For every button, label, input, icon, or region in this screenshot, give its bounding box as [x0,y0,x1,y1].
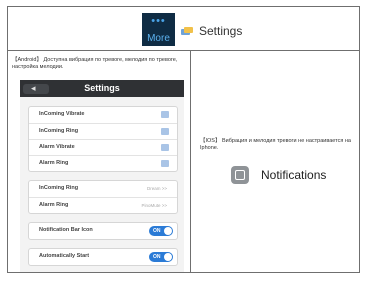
phone-title: Settings [84,83,120,93]
settings-title: Settings [199,24,243,38]
android-phone-screen: ◂ Settings InComing Vibrate InComing Rin… [20,80,184,272]
more-dots-icon: ••• [151,15,166,27]
ios-note: 【IOS】 Вибрация и мелодия тревоги не наст… [200,138,351,151]
setting-row[interactable]: Automatically Start ON [29,249,177,265]
setting-label: Automatically Start [39,253,90,259]
setting-row[interactable]: InComing Vibrate [29,107,177,123]
android-note: 【Android】 Доступна вибрация по тревоге, … [12,57,178,70]
settings-group-notification: Notification Bar Icon ON [28,222,178,240]
setting-value: PinoMute >> [141,203,167,208]
setting-label: Notification Bar Icon [39,227,93,233]
more-button[interactable]: ••• More [142,13,175,46]
setting-row[interactable]: Alarm Ring PinoMute >> [29,197,177,213]
horizontal-divider [7,50,360,51]
setting-label: InComing Ring [39,128,79,134]
setting-row[interactable]: Alarm Ring [29,155,177,171]
setting-label: InComing Vibrate [39,111,85,117]
notifications-label[interactable]: Notifications [261,168,326,182]
setting-row[interactable]: Notification Bar Icon ON [29,223,177,239]
setting-label: Alarm Ring [39,202,69,208]
setting-label: InComing Ring [39,185,79,191]
settings-icon [181,27,193,35]
setting-value: Dream >> [146,186,167,191]
settings-group-toggles: InComing Vibrate InComing Ring Alarm Vib… [28,106,178,172]
toggle-switch[interactable]: ON [149,226,173,236]
toggle-switch[interactable]: ON [149,252,173,262]
phone-nav-bar: ◂ Settings [20,80,184,97]
checkbox-icon[interactable] [161,111,169,118]
setting-row[interactable]: InComing Ring Dream >> [29,181,177,197]
setting-label: Alarm Vibrate [39,144,75,150]
more-label: More [147,33,170,44]
setting-row[interactable]: Alarm Vibrate [29,139,177,155]
checkbox-icon[interactable] [161,128,169,135]
settings-group-autostart: Automatically Start ON [28,248,178,266]
vertical-divider [190,50,191,273]
settings-group-ringtones: InComing Ring Dream >> Alarm Ring PinoMu… [28,180,178,214]
checkbox-icon[interactable] [161,144,169,151]
checkbox-icon[interactable] [161,160,169,167]
toggle-knob [164,253,172,261]
toggle-on-label: ON [153,228,161,234]
setting-label: Alarm Ring [39,160,69,166]
notifications-icon [231,166,249,184]
toggle-on-label: ON [153,254,161,260]
notifications-icon-inner [235,170,245,180]
toggle-knob [164,227,172,235]
setting-row[interactable]: InComing Ring [29,123,177,139]
